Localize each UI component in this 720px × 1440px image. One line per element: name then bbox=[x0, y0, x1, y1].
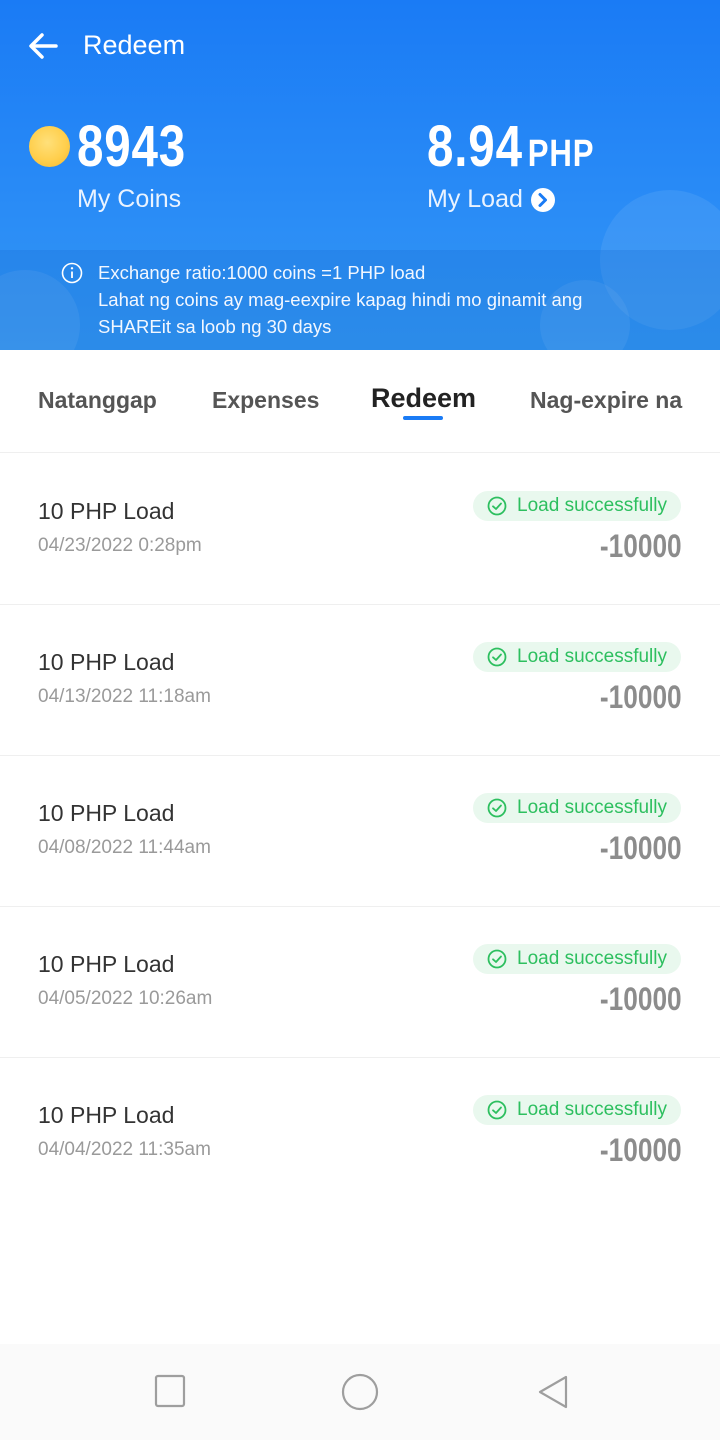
status-badge: Load successfully bbox=[473, 793, 681, 823]
transaction-amount: -10000 bbox=[600, 679, 682, 715]
transaction-title: 10 PHP Load bbox=[38, 649, 175, 675]
status-badge: Load successfully bbox=[473, 944, 681, 974]
expiry-notice-line1: Lahat ng coins ay mag-eexpire kapag hind… bbox=[98, 289, 583, 310]
transaction-amount: -10000 bbox=[600, 1132, 682, 1168]
transaction-title: 10 PHP Load bbox=[38, 498, 175, 524]
header: Redeem 8943 My Coins 8.94 PHP My Load Exc… bbox=[0, 0, 720, 350]
status-badge: Load successfully bbox=[473, 491, 681, 521]
transaction-date: 04/23/2022 0:28pm bbox=[38, 535, 202, 556]
status-text: Load successfully bbox=[517, 1099, 667, 1120]
info-icon bbox=[61, 262, 83, 284]
transaction-date: 04/13/2022 11:18am bbox=[38, 686, 211, 707]
tab-bar: Natanggap Expenses Redeem Nag-expire na bbox=[0, 350, 720, 453]
system-back-button[interactable] bbox=[536, 1374, 570, 1415]
top-bar: Redeem bbox=[0, 0, 720, 92]
coins-label: My Coins bbox=[77, 185, 182, 213]
back-button[interactable] bbox=[24, 26, 64, 66]
load-label: My Load bbox=[427, 185, 523, 213]
status-badge: Load successfully bbox=[473, 642, 681, 672]
square-icon bbox=[154, 1374, 186, 1408]
check-circle-icon bbox=[487, 496, 507, 516]
transaction-amount: -10000 bbox=[600, 830, 682, 866]
tab-expenses[interactable]: Expenses bbox=[212, 387, 319, 414]
status-text: Load successfully bbox=[517, 495, 667, 516]
info-text: Exchange ratio:1000 coins =1 PHP load La… bbox=[98, 259, 582, 340]
back-arrow-icon bbox=[29, 33, 58, 59]
active-tab-indicator bbox=[403, 416, 443, 420]
transaction-row[interactable]: 10 PHP Load 04/05/2022 10:26am Load succ… bbox=[0, 906, 720, 1058]
coin-icon bbox=[29, 126, 70, 167]
transaction-row[interactable]: 10 PHP Load 04/08/2022 11:44am Load succ… bbox=[0, 755, 720, 907]
load-unit: PHP bbox=[527, 133, 595, 175]
recents-button[interactable] bbox=[154, 1374, 186, 1413]
transaction-date: 04/08/2022 11:44am bbox=[38, 837, 211, 858]
status-text: Load successfully bbox=[517, 948, 667, 969]
expiry-notice-line2: SHAREit sa loob ng 30 days bbox=[98, 316, 332, 337]
check-circle-icon bbox=[487, 949, 507, 969]
transaction-date: 04/05/2022 10:26am bbox=[38, 988, 213, 1009]
exchange-ratio-text: Exchange ratio:1000 coins =1 PHP load bbox=[98, 262, 426, 283]
status-text: Load successfully bbox=[517, 797, 667, 818]
check-circle-icon bbox=[487, 798, 507, 818]
transaction-row[interactable]: 10 PHP Load 04/04/2022 11:35am Load succ… bbox=[0, 1057, 720, 1208]
chevron-right-circle-icon bbox=[530, 187, 555, 212]
page-title: Redeem bbox=[83, 30, 186, 60]
transaction-row[interactable]: 10 PHP Load 04/13/2022 11:18am Load succ… bbox=[0, 604, 720, 756]
check-circle-icon bbox=[487, 1100, 507, 1120]
status-text: Load successfully bbox=[517, 646, 667, 667]
transaction-row[interactable]: 10 PHP Load 04/23/2022 0:28pm Load succe… bbox=[0, 453, 720, 605]
triangle-back-icon bbox=[538, 1375, 568, 1409]
status-badge: Load successfully bbox=[473, 1095, 681, 1125]
coins-value: 8943 bbox=[77, 114, 187, 179]
check-circle-icon bbox=[487, 647, 507, 667]
transaction-title: 10 PHP Load bbox=[38, 1102, 175, 1128]
circle-icon bbox=[341, 1373, 379, 1411]
system-nav-bar bbox=[0, 1344, 720, 1440]
load-value: 8.94 bbox=[427, 114, 523, 179]
transaction-amount: -10000 bbox=[600, 981, 682, 1017]
transaction-title: 10 PHP Load bbox=[38, 800, 175, 826]
load-amount: 8.94 PHP bbox=[427, 118, 594, 183]
tab-nag-expire-na[interactable]: Nag-expire na bbox=[530, 387, 682, 414]
tab-redeem[interactable]: Redeem bbox=[371, 383, 476, 414]
transaction-title: 10 PHP Load bbox=[38, 951, 175, 977]
home-button[interactable] bbox=[341, 1373, 379, 1416]
my-load-link[interactable]: My Load bbox=[427, 185, 555, 214]
transaction-date: 04/04/2022 11:35am bbox=[38, 1139, 211, 1160]
transaction-amount: -10000 bbox=[600, 528, 682, 564]
tab-natanggap[interactable]: Natanggap bbox=[38, 387, 157, 414]
